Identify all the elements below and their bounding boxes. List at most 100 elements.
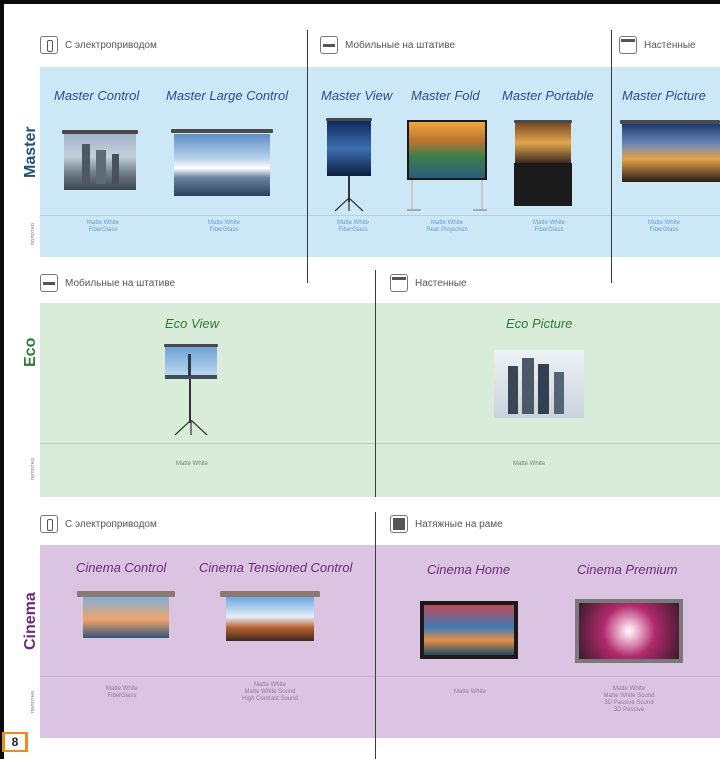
master-divider-2: [611, 30, 612, 283]
eco-view-image: [164, 344, 218, 438]
cinema-category-motorized: С электроприводом: [40, 515, 157, 533]
remote-control-icon: [40, 36, 58, 54]
tripod-case-icon: [40, 274, 58, 292]
wall-screen-icon: [390, 274, 408, 292]
cinema-tensioned-control-image: [220, 591, 320, 643]
master-large-control-image: [171, 129, 273, 197]
cinema-control-image: [77, 591, 175, 639]
material-line: Matte White: [647, 220, 680, 226]
top-dark-strip: [0, 0, 720, 4]
product-title-master-view: Master View: [321, 88, 393, 103]
material-line: Matte White: [86, 220, 119, 226]
page-number-badge: 8: [2, 732, 28, 752]
material-line: FiberGlass: [88, 227, 118, 233]
eco-category-wall: Настенные: [390, 274, 467, 292]
material-line: Matte White: [453, 689, 486, 695]
product-title-eco-picture: Eco Picture: [506, 316, 573, 331]
eco-category-tripod: Мобильные на штативе: [40, 274, 175, 292]
tripod-legs: [174, 420, 208, 436]
master-divider-1: [307, 30, 308, 283]
master-picture-image: [620, 120, 720, 182]
master-category-wall: Настенные: [619, 36, 696, 54]
cinema-polotno-label: полотно: [30, 690, 36, 713]
master-category-tripod: Мобильные на штативе: [320, 36, 455, 54]
material-line: Matte White: [512, 461, 545, 467]
material-line: Matte White: [532, 220, 565, 226]
cinema-material-divider: [40, 676, 720, 677]
product-title-cinema-control: Cinema Control: [76, 560, 167, 575]
materials-master-picture: Matte White FiberGlass: [614, 220, 714, 234]
product-title-master-picture: Master Picture: [622, 88, 706, 103]
materials-cinema-control: Matte White FiberGlass: [72, 686, 172, 700]
material-line: High Contrast Sound: [242, 696, 298, 702]
eco-side-label: Eco: [22, 337, 39, 367]
master-category-motorized: С электроприводом: [40, 36, 157, 54]
materials-master-view: Matte White FiberGlass: [303, 220, 403, 234]
product-title-master-portable: Master Portable: [502, 88, 594, 103]
category-label: Мобильные на штативе: [345, 39, 456, 51]
material-line: Matte White Sound: [244, 689, 296, 695]
product-title-master-control: Master Control: [54, 88, 140, 103]
product-title-master-fold: Master Fold: [411, 88, 480, 103]
cinema-home-image: [420, 601, 518, 659]
material-line: Matte White: [105, 686, 138, 692]
eco-divider: [375, 270, 376, 497]
material-line: Matte White: [612, 686, 645, 692]
master-polotno-label: полотно: [30, 222, 36, 245]
category-label: Настенные: [644, 39, 696, 51]
category-label: Настенные: [415, 277, 467, 289]
material-line: 3D Passive: [613, 707, 645, 713]
materials-cinema-home: Matte White: [420, 689, 520, 696]
material-line: Matte White Sound: [603, 693, 655, 699]
material-line: Rear Projection: [426, 227, 468, 233]
material-line: Matte White: [336, 220, 369, 226]
material-line: FiberGlass: [209, 227, 239, 233]
product-title-eco-view: Eco View: [165, 316, 219, 331]
materials-cinema-tensioned-control: Matte White Matte White Sound High Contr…: [220, 682, 320, 703]
category-label: Натяжные на раме: [415, 518, 503, 530]
product-title-cinema-premium: Cinema Premium: [577, 562, 678, 577]
cinema-premium-image: [575, 599, 683, 663]
eco-material-divider: [40, 443, 720, 444]
materials-master-large-control: Matte White FiberGlass: [174, 220, 274, 234]
materials-eco-view: Matte White: [142, 461, 242, 468]
material-line: FiberGlass: [338, 227, 368, 233]
product-title-master-large-control: Master Large Control: [166, 88, 289, 103]
material-line: FiberGlass: [107, 693, 137, 699]
eco-polotno-label: полотно: [30, 457, 36, 480]
tripod-legs: [334, 198, 364, 212]
materials-master-portable: Matte White FiberGlass: [499, 220, 599, 234]
material-line: FiberGlass: [534, 227, 564, 233]
wall-screen-icon: [619, 36, 637, 54]
materials-cinema-premium: Matte White Matte White Sound 3D Passive…: [579, 686, 679, 714]
product-title-cinema-home: Cinema Home: [427, 562, 511, 577]
eco-picture-image: [494, 350, 584, 418]
material-line: Matte White: [253, 682, 286, 688]
remote-control-icon: [40, 515, 58, 533]
left-dark-strip: [0, 0, 4, 759]
materials-master-control: Matte White FiberGlass: [53, 220, 153, 234]
master-control-image: [62, 130, 138, 190]
cinema-divider: [375, 512, 376, 759]
master-side-label: Master: [22, 126, 39, 178]
material-line: Matte White: [207, 220, 240, 226]
material-line: FiberGlass: [649, 227, 679, 233]
master-material-divider: [40, 215, 720, 216]
page-number: 8: [5, 734, 25, 750]
master-view-image: [326, 118, 372, 212]
master-fold-image: [407, 120, 487, 212]
product-title-cinema-tensioned-control: Cinema Tensioned Control: [199, 560, 353, 575]
material-line: Matte White: [175, 461, 208, 467]
materials-master-fold: Matte White Rear Projection: [397, 220, 497, 234]
category-label: С электроприводом: [65, 518, 157, 530]
cinema-side-label: Cinema: [22, 592, 39, 650]
master-portable-image: [514, 120, 572, 206]
material-line: Matte White: [430, 220, 463, 226]
category-label: Мобильные на штативе: [65, 277, 176, 289]
category-label: С электроприводом: [65, 39, 157, 51]
tripod-case-icon: [320, 36, 338, 54]
material-line: 3D Passive Sound: [604, 700, 654, 706]
cinema-category-frame: Натяжные на раме: [390, 515, 503, 533]
frame-screen-icon: [390, 515, 408, 533]
materials-eco-picture: Matte White: [479, 461, 579, 468]
